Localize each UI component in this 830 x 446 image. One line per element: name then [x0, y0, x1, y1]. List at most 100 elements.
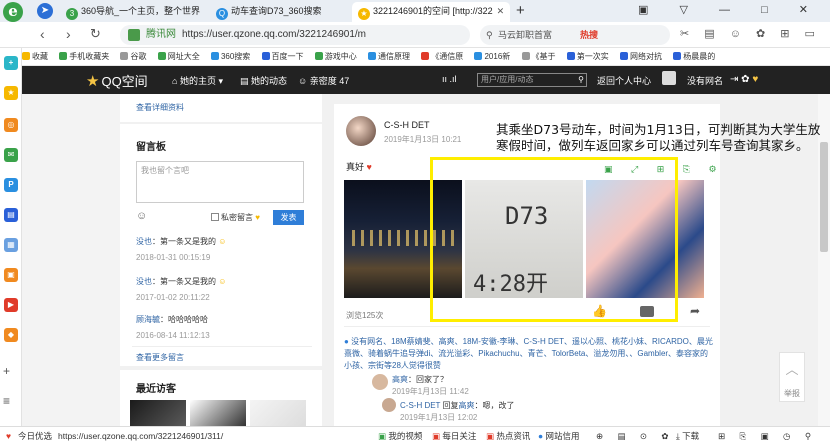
status-download[interactable]: ⤓ 下载: [676, 427, 699, 446]
toolbar-icons[interactable]: ✂ ▤ ☺ ✿ ⊞ ▭ ↻ ≡: [680, 27, 830, 40]
guestbook-input[interactable]: 我也留个言吧: [136, 161, 304, 203]
visitors-card: 最近访客: [120, 370, 322, 426]
reply-avatar[interactable]: [382, 398, 396, 412]
share-icon[interactable]: ➦: [690, 304, 700, 318]
url-field[interactable]: 腾讯网 https://user.qzone.qq.com/3221246901/…: [120, 25, 470, 45]
back-circle-icon[interactable]: ➤: [37, 3, 53, 19]
back-icon[interactable]: ‹: [40, 26, 45, 42]
sidebar-mail-icon[interactable]: ✉: [4, 148, 18, 162]
nav-her-home[interactable]: ⌂ 她的主页 ▾: [172, 74, 223, 87]
search-box[interactable]: ⚲ 马云卸职首富 热搜: [480, 25, 670, 45]
bookmark-item[interactable]: 第一次实: [566, 48, 609, 65]
more-messages-link[interactable]: 查看更多留言: [136, 352, 184, 363]
guestbook-message: 顾海毓：哈哈哈哈哈 2016-08-14 11:12:13: [136, 315, 210, 340]
qzone-logo[interactable]: ★ QQ空间: [86, 71, 148, 90]
status-follow[interactable]: ▣ 每日关注: [432, 427, 476, 446]
bookmark-item[interactable]: 游戏中心: [314, 48, 357, 65]
sidebar-add-icon[interactable]: +: [3, 364, 10, 378]
today-pick-icon[interactable]: ♥: [6, 427, 11, 446]
address-bar: ‹ › ↻ 腾讯网 https://user.qzone.qq.com/32212…: [0, 22, 830, 48]
tab-360-nav[interactable]: 3 360导航_一个主页，整个世界: [60, 2, 200, 22]
sidebar-p-icon[interactable]: P: [4, 178, 18, 192]
qzone-star-icon: ★: [358, 8, 370, 20]
bookmark-item[interactable]: 百度一下: [261, 48, 304, 65]
browser-logo-icon[interactable]: e: [3, 2, 23, 22]
user-avatar[interactable]: [662, 71, 676, 85]
refresh-icon[interactable]: ↻: [90, 26, 101, 42]
sidebar-star-icon[interactable]: ★: [4, 86, 18, 100]
sidebar-app-icon[interactable]: +: [4, 56, 18, 70]
guestbook-message: 没也：第一条又是我的 ☺ 2018-01-31 00:15:19: [136, 237, 227, 262]
heart-icon: ♥: [366, 162, 372, 172]
bookmark-item[interactable]: 手机收藏夹: [59, 48, 109, 65]
author-avatar[interactable]: [346, 116, 376, 146]
divider: [132, 346, 312, 347]
report-link[interactable]: 举报: [780, 388, 804, 399]
sidebar-video-icon[interactable]: ▶: [4, 298, 18, 312]
status-end-icons[interactable]: ⊞ ⎘ ▣ ◷ ⚲: [718, 427, 817, 446]
like-small-icon: ●: [344, 337, 349, 346]
nav-her-feed[interactable]: ▤ 她的动态: [240, 74, 287, 87]
emoji-icon[interactable]: ☺: [136, 210, 147, 222]
sidebar-news-icon[interactable]: ▤: [4, 208, 18, 222]
status-tool-icons[interactable]: ⊕ ▤ ⊙ ✿: [596, 427, 674, 446]
private-checkbox[interactable]: 私密留言 ♥: [211, 212, 260, 223]
personal-center-link[interactable]: 返回个人中心: [597, 74, 651, 87]
bookmark-item[interactable]: 网络对抗: [619, 48, 662, 65]
visitor-avatar[interactable]: [250, 400, 306, 426]
post-author[interactable]: C-S-H DET: [384, 120, 430, 130]
search-icon: ⚲: [486, 30, 493, 40]
forward-icon[interactable]: ›: [66, 26, 71, 42]
new-tab-button[interactable]: +: [516, 2, 525, 19]
sidebar-weibo-icon[interactable]: ◎: [4, 118, 18, 132]
status-news[interactable]: ▣ 热点资讯: [486, 427, 530, 446]
url-badge: 腾讯网: [146, 29, 176, 40]
bookmark-item[interactable]: 谷歌: [120, 48, 146, 65]
nav-intimacy[interactable]: ☺ 亲密度 47: [298, 74, 349, 87]
url-text: https://user.qzone.qq.com/3221246901/m: [182, 29, 367, 40]
visitor-avatar[interactable]: [190, 400, 246, 426]
bookmark-item[interactable]: 网址大全: [157, 48, 200, 65]
commenter-avatar[interactable]: [372, 374, 388, 390]
tab-bar: e ➤ 3 360导航_一个主页，整个世界 Q 动车查询D73_360搜索 ★ 322…: [0, 0, 830, 22]
photo-tools-icons[interactable]: ▣ ⤢ ⊞ ⎘ ⚙: [604, 164, 725, 175]
today-pick-label[interactable]: 今日优选: [18, 427, 52, 446]
qzone-header: ★ QQ空间 ⌂ 她的主页 ▾ ▤ 她的动态 ☺ 亲密度 47 ıı .ıl 用户…: [22, 66, 830, 94]
search-placeholder: 马云卸职首富: [498, 30, 553, 40]
sidebar-game-icon[interactable]: ▣: [4, 268, 18, 282]
likes-list: ● 没有网名、18M蔡婧斐、高爽、18M-安徽-李琳、C-S-H DET、遥以心…: [344, 337, 713, 370]
qzone-star-icon: ★: [86, 73, 100, 90]
bookmark-item[interactable]: 杨晨晨的: [673, 48, 715, 65]
sidebar-menu-icon[interactable]: ≡: [3, 394, 10, 408]
bookmark-item[interactable]: 2016新: [474, 48, 510, 65]
annotation-text: 其乘坐D73号动车，时间为1月13日，可判断其为大学生放寒假时间，做列车返回家乡…: [496, 122, 821, 153]
bookmark-item[interactable]: 360搜索: [210, 48, 250, 65]
status-url: https://user.qzone.qq.com/3221246901/311…: [58, 431, 224, 441]
bookmark-item[interactable]: 通信原理: [368, 48, 410, 65]
close-tab-icon[interactable]: ✕: [497, 6, 505, 16]
sidebar-doc-icon[interactable]: ▦: [4, 238, 18, 252]
window-controls[interactable]: ▣ ▽ — □ ✕: [638, 3, 822, 16]
bookmark-item[interactable]: 《通信原: [421, 48, 463, 65]
search-icon[interactable]: ⚲: [578, 74, 584, 86]
header-tools-icons[interactable]: ⇥ ✿ ♥: [730, 74, 758, 85]
send-button[interactable]: 发表: [273, 210, 304, 225]
bookmark-item[interactable]: 《基于: [521, 48, 556, 65]
guestbook-message: 没也：第一条又是我的 ☺ 2017-01-02 20:11:22: [136, 277, 227, 302]
signal-icon: ıı .ıl: [442, 74, 457, 84]
back-to-top-widget[interactable]: ︿ 举报: [779, 352, 805, 402]
qzone-search-input[interactable]: 用户/应用/动态 ⚲: [477, 73, 587, 87]
reply-date: 2019年1月13日 12:02: [400, 413, 478, 422]
status-video[interactable]: ▣ 我的视频: [378, 427, 422, 446]
bookmarks-bar: 收藏 手机收藏夹 谷歌 网址大全 360搜索 百度一下 游戏中心 通信原理 《通…: [22, 48, 830, 66]
bookmark-item[interactable]: 收藏: [22, 48, 48, 65]
tab-qzone[interactable]: ★ 3221246901的空间 [http://322 ✕: [352, 2, 510, 22]
view-profile-link[interactable]: 查看详细资料: [136, 102, 184, 113]
hot-search-label[interactable]: 热搜: [580, 25, 598, 45]
chevron-up-icon[interactable]: ︿: [780, 359, 804, 378]
username-label[interactable]: 没有网名: [687, 74, 723, 87]
visitor-avatar[interactable]: [130, 400, 186, 426]
tab-train-search[interactable]: Q 动车查询D73_360搜索: [210, 2, 340, 22]
sidebar-shop-icon[interactable]: ◆: [4, 328, 18, 342]
status-credit[interactable]: ● 网站信用: [538, 427, 580, 446]
